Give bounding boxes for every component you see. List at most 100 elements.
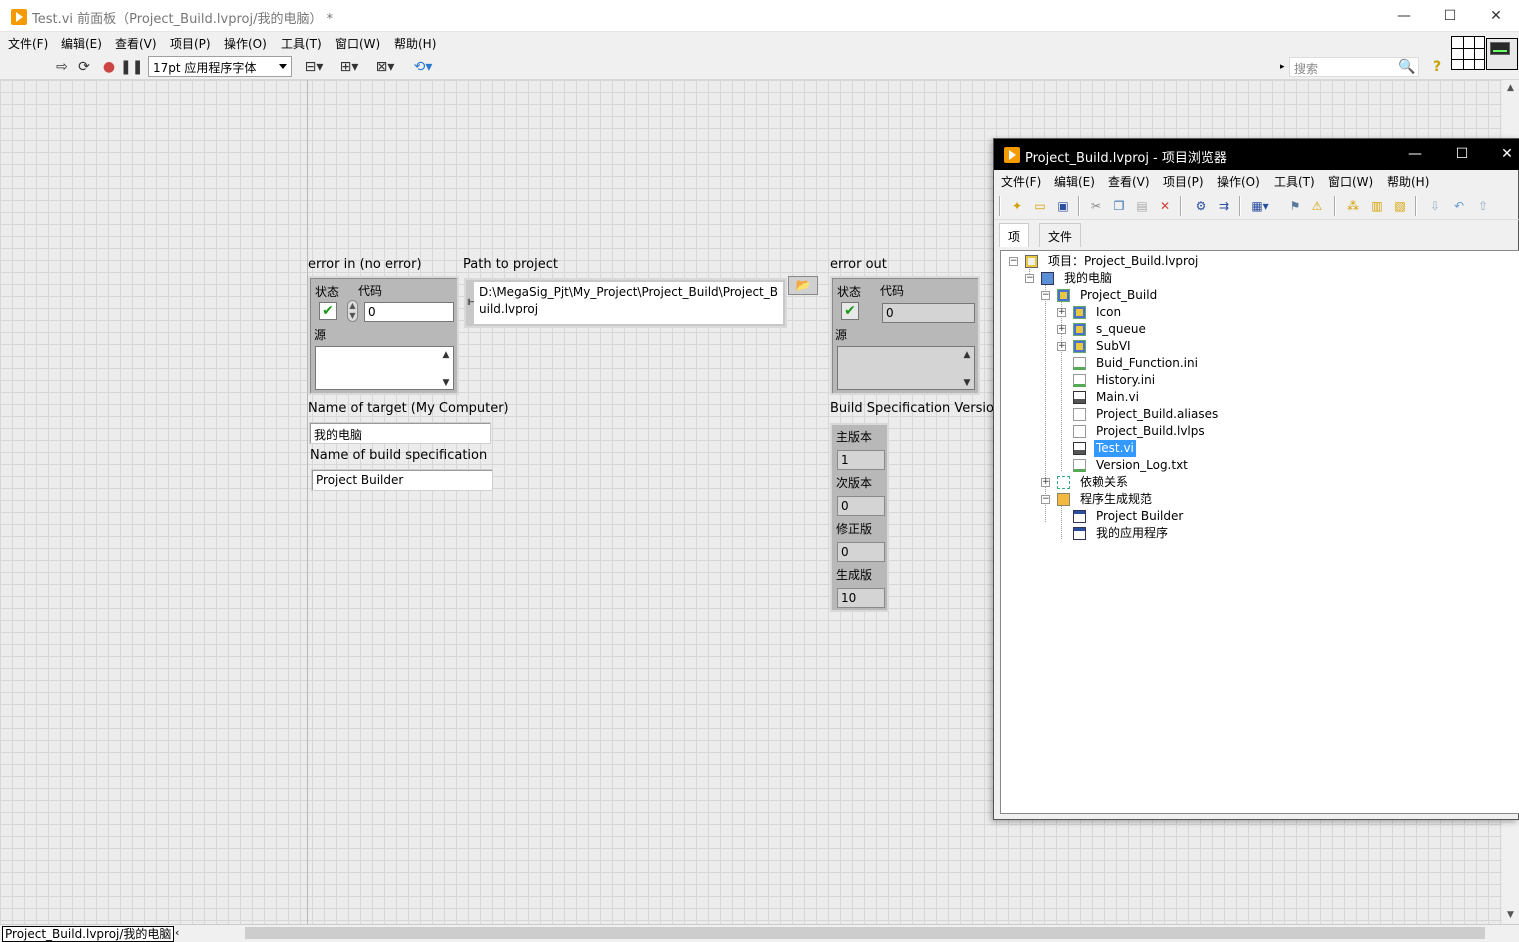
error-in-code-field[interactable]: 0	[364, 302, 454, 322]
expand-icon[interactable]: +	[1057, 308, 1066, 317]
project-tabs: 项 文件	[994, 221, 1519, 247]
build-specs-icon	[1057, 493, 1070, 506]
close-button[interactable]: ✕	[1473, 0, 1519, 32]
abort-icon[interactable]: ●	[99, 57, 119, 77]
file-icon	[1073, 408, 1086, 421]
tree-line	[1061, 505, 1062, 539]
horizontal-scroll-thumb[interactable]	[245, 927, 1485, 939]
copy-icon[interactable]: ❐	[1110, 197, 1128, 215]
computer-icon	[1041, 272, 1054, 285]
error-out-source-label: 源	[835, 328, 848, 342]
maximize-button[interactable]: ☐	[1427, 0, 1473, 32]
project-menu-window[interactable]: 窗口(W)	[1328, 173, 1373, 190]
open-icon[interactable]: ▭	[1031, 197, 1049, 215]
minimize-button[interactable]: —	[1381, 0, 1427, 32]
run-arrow-icon[interactable]: ⇨	[52, 57, 72, 77]
connector-pane[interactable]	[1451, 36, 1485, 70]
error-in-label: error in (no error)	[308, 257, 422, 272]
menu-edit[interactable]: 编辑(E)	[61, 35, 102, 52]
menu-view[interactable]: 查看(V)	[115, 35, 157, 52]
project-minimize-button[interactable]: —	[1392, 139, 1438, 170]
collapse-icon[interactable]: −	[1041, 291, 1050, 300]
project-toolbar: ✦ ▭ ▣ ✂ ❐ ▤ ✕ ⚙ ⇉ ▦▾ ⚑ ⚠ ⁂ ▥ ▧ ⇩ ↶ ⇧	[994, 192, 1519, 220]
distribute-icon[interactable]: ⊞▾	[337, 57, 361, 77]
tree-item-label: History.ini	[1096, 373, 1156, 387]
collapse-icon[interactable]: −	[1009, 257, 1018, 266]
menu-file[interactable]: 文件(F)	[8, 35, 48, 52]
cut-icon[interactable]: ✂	[1087, 197, 1105, 215]
resize-icon[interactable]: ⊠▾	[372, 57, 398, 77]
project-menu-tools[interactable]: 工具(T)	[1274, 173, 1315, 190]
path-field[interactable]: D:\MegaSig_Pjt\My_Project\Project_Build\…	[474, 282, 783, 324]
error-out-source-scrollbar[interactable]: ▲ ▼	[962, 348, 972, 388]
build-spec-field[interactable]: Project Builder	[311, 469, 493, 491]
scroll-up-icon[interactable]: ▲	[1502, 80, 1519, 97]
menu-help[interactable]: 帮助(H)	[394, 35, 436, 52]
error-out-status-label: 状态	[837, 285, 862, 299]
menu-project[interactable]: 项目(P)	[170, 35, 211, 52]
help-icon[interactable]: ?	[1427, 57, 1447, 77]
context-label: Project_Build.lvproj/我的电脑	[2, 926, 175, 942]
build-spec-icon	[1073, 510, 1086, 523]
vi-icon[interactable]	[1486, 38, 1518, 70]
scroll-left-icon[interactable]: ‹	[175, 926, 179, 939]
warning-icon[interactable]: ⚠	[1308, 197, 1326, 215]
error-out-code-indicator: 0	[882, 303, 975, 323]
target-label: Name of target (My Computer)	[308, 401, 509, 416]
undo-icon[interactable]: ↶	[1450, 197, 1468, 215]
menu-operate[interactable]: 操作(O)	[224, 35, 267, 52]
project-tree: − 项目：Project_Build.lvproj − 我的电脑 − Proje…	[1000, 250, 1519, 814]
error-in-source-scrollbar[interactable]: ▲ ▼	[441, 348, 451, 388]
project-menu-bar: 文件(F) 编辑(E) 查看(V) 项目(P) 操作(O) 工具(T) 窗口(W…	[994, 170, 1519, 192]
project-maximize-button[interactable]: ☐	[1439, 139, 1485, 170]
project-menu-operate[interactable]: 操作(O)	[1217, 173, 1260, 190]
tree-item-label-selected: Test.vi	[1094, 440, 1136, 457]
font-select[interactable]: 17pt 应用程序字体	[148, 56, 292, 77]
find-icon[interactable]: ⇩	[1426, 197, 1444, 215]
reorder-icon[interactable]: ⟲▾	[409, 57, 437, 77]
build-icon[interactable]: ⚙	[1192, 197, 1210, 215]
folder-icon	[1073, 340, 1086, 353]
pause-icon[interactable]: ❚❚	[120, 57, 143, 77]
align-icon[interactable]: ⊟▾	[302, 57, 326, 77]
collapse-icon[interactable]: −	[1025, 274, 1034, 283]
search-expand-icon[interactable]: ▸	[1280, 62, 1285, 72]
error-in-code-stepper[interactable]: ▲ ▼	[347, 300, 358, 322]
menu-window[interactable]: 窗口(W)	[335, 35, 380, 52]
search-icon[interactable]: 🔍	[1397, 57, 1417, 77]
new-icon[interactable]: ✦	[1008, 197, 1026, 215]
deploy-icon[interactable]: ⇉	[1215, 197, 1233, 215]
save-all-icon[interactable]: ▣	[1054, 197, 1072, 215]
expand-icon[interactable]: ▥	[1368, 197, 1386, 215]
error-in-source-field[interactable]: ▲ ▼	[315, 346, 454, 390]
project-menu-help[interactable]: 帮助(H)	[1387, 173, 1429, 190]
project-menu-project[interactable]: 项目(P)	[1163, 173, 1204, 190]
project-menu-edit[interactable]: 编辑(E)	[1054, 173, 1095, 190]
error-in-status-check[interactable]: ✔	[319, 302, 337, 320]
expand-icon[interactable]: +	[1057, 342, 1066, 351]
project-menu-file[interactable]: 文件(F)	[1001, 173, 1041, 190]
tab-files[interactable]: 文件	[1039, 223, 1082, 247]
expand-icon[interactable]: +	[1041, 478, 1050, 487]
properties-icon[interactable]: ⚑	[1286, 197, 1304, 215]
view-options-icon[interactable]: ▦▾	[1248, 197, 1272, 215]
collapse-icon[interactable]: ⁂	[1344, 197, 1362, 215]
show-files-icon[interactable]: ▧	[1391, 197, 1409, 215]
run-continuously-icon[interactable]: ⟳	[74, 57, 94, 77]
menu-tools[interactable]: 工具(T)	[281, 35, 322, 52]
browse-folder-icon[interactable]: 📂	[788, 276, 818, 295]
expand-icon[interactable]: +	[1057, 325, 1066, 334]
scroll-down-icon[interactable]: ▼	[1502, 907, 1519, 924]
target-field[interactable]: 我的电脑	[309, 422, 491, 444]
paste-icon[interactable]: ▤	[1133, 197, 1151, 215]
project-close-button[interactable]: ✕	[1484, 139, 1519, 170]
folder-icon	[1073, 306, 1086, 319]
collapse-icon[interactable]: −	[1041, 495, 1050, 504]
error-out-source-indicator: ▲ ▼	[837, 346, 975, 390]
horizontal-scrollbar[interactable]: ‹	[175, 924, 1502, 942]
project-menu-view[interactable]: 查看(V)	[1108, 173, 1150, 190]
path-label: Path to project	[463, 257, 558, 272]
tab-items[interactable]: 项	[999, 223, 1030, 247]
delete-icon[interactable]: ✕	[1156, 197, 1174, 215]
redo-icon[interactable]: ⇧	[1474, 197, 1492, 215]
